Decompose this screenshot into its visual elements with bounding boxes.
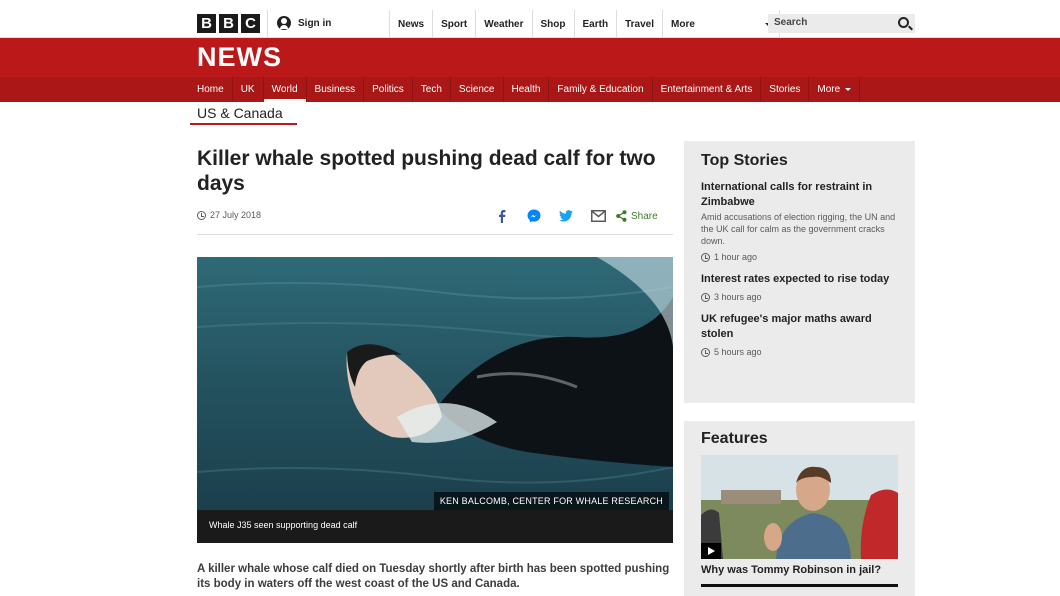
search-icon[interactable]: [898, 17, 909, 28]
story-item[interactable]: Interest rates expected to rise today 3 …: [701, 272, 898, 302]
email-share-button[interactable]: [582, 208, 614, 224]
bbc-masthead: B B C Sign in News Sport Weather Shop Ea…: [0, 0, 1060, 38]
news-logo[interactable]: NEWS: [197, 42, 282, 73]
facebook-share-button[interactable]: [486, 208, 518, 224]
divider: [267, 10, 268, 38]
news-banner: NEWS: [0, 38, 1060, 77]
date-text: 27 July 2018: [210, 210, 262, 220]
search-placeholder: Search: [774, 17, 808, 28]
story-item[interactable]: International calls for restraint in Zim…: [701, 180, 898, 262]
top-stories-panel: Top Stories International calls for rest…: [684, 141, 915, 403]
logo-letter: B: [197, 14, 216, 33]
top-stories-title: Top Stories: [701, 152, 788, 169]
divider: [197, 234, 673, 235]
clock-icon: [701, 252, 710, 262]
story-summary: Amid accusations of election rigging, th…: [701, 212, 896, 246]
feature-next-image: [701, 584, 898, 587]
more-label: More: [671, 18, 695, 30]
top-nav-travel[interactable]: Travel: [616, 10, 662, 38]
story-headline[interactable]: UK refugee's major maths award stolen: [701, 312, 898, 342]
share-button[interactable]: Share: [616, 210, 658, 222]
section-nav: Home UK World Business Politics Tech Sci…: [0, 77, 1060, 102]
section-nav-more[interactable]: More: [809, 77, 861, 102]
story-time: 3 hours ago: [701, 292, 898, 302]
chevron-down-icon: [845, 88, 852, 91]
story-time: 1 hour ago: [701, 252, 898, 262]
section-nav-business[interactable]: Business: [307, 77, 365, 102]
feature-image[interactable]: [701, 455, 898, 559]
messenger-icon: [527, 209, 541, 223]
image-credit: KEN BALCOMB, CENTER FOR WHALE RESEARCH: [433, 492, 669, 510]
twitter-icon: [559, 210, 573, 222]
search-input[interactable]: Search: [768, 14, 915, 33]
clock-icon: [701, 347, 710, 357]
clock-icon: [197, 210, 206, 220]
section-nav-science[interactable]: Science: [451, 77, 504, 102]
features-title: Features: [701, 430, 768, 447]
subsection-underline: [190, 123, 297, 125]
subsection-link[interactable]: US & Canada: [197, 105, 283, 121]
orca-photo: [197, 257, 673, 510]
story-time: 5 hours ago: [701, 347, 898, 357]
top-nav: News Sport Weather Shop Earth Travel Mor…: [389, 10, 780, 38]
facebook-icon: [499, 209, 506, 223]
bbc-logo[interactable]: B B C: [197, 14, 260, 33]
share-tools: Share: [486, 208, 658, 224]
sign-in-link[interactable]: Sign in: [277, 16, 331, 30]
section-nav-tech[interactable]: Tech: [413, 77, 451, 102]
article-image: KEN BALCOMB, CENTER FOR WHALE RESEARCH: [197, 257, 673, 510]
section-nav-entertainment-arts[interactable]: Entertainment & Arts: [653, 77, 762, 102]
story-headline[interactable]: Interest rates expected to rise today: [701, 272, 898, 287]
story-time-text: 3 hours ago: [714, 292, 762, 302]
story-time-text: 1 hour ago: [714, 252, 758, 262]
section-nav-stories[interactable]: Stories: [761, 77, 810, 102]
section-nav-family-education[interactable]: Family & Education: [549, 77, 653, 102]
clock-icon: [701, 292, 710, 302]
story-headline[interactable]: International calls for restraint in Zim…: [701, 180, 898, 210]
share-icon: [616, 210, 627, 222]
logo-letter: B: [219, 14, 238, 33]
image-caption: Whale J35 seen supporting dead calf: [197, 510, 673, 543]
feature-photo: [701, 455, 898, 559]
features-panel: Features Why was Tommy Robinson in jail?: [684, 421, 915, 596]
article-headline: Killer whale spotted pushing dead calf f…: [197, 147, 656, 195]
top-nav-more[interactable]: More: [662, 10, 780, 38]
user-icon: [277, 16, 291, 30]
article-date: 27 July 2018: [197, 210, 261, 220]
article-lede: A killer whale whose calf died on Tuesda…: [197, 563, 670, 590]
top-nav-sport[interactable]: Sport: [432, 10, 475, 38]
top-nav-earth[interactable]: Earth: [573, 10, 617, 38]
top-nav-weather[interactable]: Weather: [475, 10, 531, 38]
section-nav-home[interactable]: Home: [189, 77, 233, 102]
section-nav-politics[interactable]: Politics: [364, 77, 413, 102]
play-icon[interactable]: [701, 543, 721, 559]
section-nav-health[interactable]: Health: [504, 77, 550, 102]
story-item[interactable]: UK refugee's major maths award stolen 5 …: [701, 312, 898, 357]
section-more-label: More: [817, 84, 841, 95]
top-nav-shop[interactable]: Shop: [531, 10, 574, 38]
logo-letter: C: [241, 14, 260, 33]
email-icon: [590, 210, 606, 222]
twitter-share-button[interactable]: [550, 208, 582, 224]
share-label: Share: [631, 210, 658, 222]
top-nav-news[interactable]: News: [389, 10, 432, 38]
section-nav-uk[interactable]: UK: [233, 77, 264, 102]
feature-headline[interactable]: Why was Tommy Robinson in jail?: [701, 564, 898, 576]
story-time-text: 5 hours ago: [714, 347, 762, 357]
sign-in-label: Sign in: [298, 17, 332, 29]
messenger-share-button[interactable]: [518, 208, 550, 224]
section-nav-world[interactable]: World: [263, 77, 307, 102]
